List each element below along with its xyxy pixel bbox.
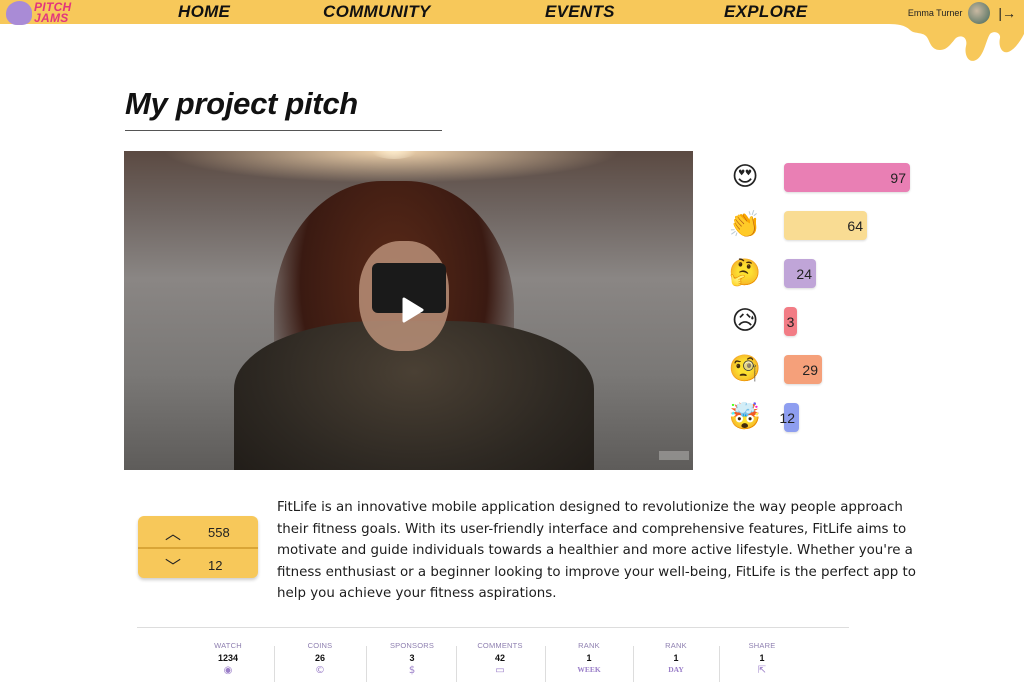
stat-separator (366, 646, 367, 682)
pitch-page: PITCH JAMS HOME COMMUNITY EVENTS EXPLORE… (0, 0, 1024, 692)
coin-icon: © (315, 665, 325, 676)
chevron-up-icon: ︿ (164, 524, 181, 543)
user-menu[interactable]: Emma Turner |→ (908, 2, 1016, 24)
stats-divider (137, 627, 849, 628)
stat-period: DAY (668, 665, 684, 674)
logo-text-line-2: JAMS (34, 11, 69, 25)
stat-share[interactable]: SHARE 1 ⇱ (727, 641, 797, 677)
stat-label: SPONSORS (389, 641, 435, 650)
stat-sponsors: SPONSORS 3 $ (377, 641, 447, 677)
reaction-row[interactable]: 😍 97 (728, 160, 910, 194)
stat-label: COMMENTS (477, 641, 523, 650)
stat-value: 26 (314, 653, 325, 663)
reaction-count-bar: 24 (784, 259, 816, 288)
project-description: FitLife is an innovative mobile applicat… (277, 500, 916, 601)
avatar[interactable] (968, 2, 991, 24)
stat-label: RANK (578, 641, 600, 650)
share-icon[interactable]: ⇱ (727, 665, 797, 677)
nav-explore[interactable]: EXPLORE (724, 2, 807, 22)
heart-eyes-icon[interactable]: 😍 (728, 160, 762, 194)
stat-separator (719, 646, 720, 682)
reaction-count-bar: 97 (784, 163, 910, 192)
stat-separator (545, 646, 546, 682)
pitch-video-player[interactable] (124, 151, 693, 470)
stat-separator (274, 646, 275, 682)
reaction-row[interactable]: 🧐 29 (728, 352, 822, 386)
stat-separator (456, 646, 457, 682)
monocle-face-icon[interactable]: 🧐 (728, 352, 762, 386)
play-icon[interactable] (396, 295, 426, 325)
downvote-button[interactable]: ﹀ 12 (138, 550, 258, 580)
user-name: Emma Turner (907, 8, 963, 18)
logo-blob-icon (6, 1, 32, 25)
top-nav-bar (0, 0, 1024, 24)
reaction-row[interactable]: 🤔 24 (728, 256, 816, 290)
stat-separator (633, 646, 634, 682)
title-underline (125, 130, 442, 131)
stat-comments: COMMENTS 42 ▭ (465, 641, 535, 677)
stat-value: 3 (409, 653, 415, 663)
upvote-button[interactable]: ︿ 558 (138, 517, 258, 547)
clapping-hands-icon[interactable]: 👏 (728, 208, 762, 242)
vote-widget: ︿ 558 ﹀ 12 (138, 516, 258, 578)
reaction-count-bar: 64 (784, 211, 867, 240)
reaction-count-bar: 12 (779, 403, 799, 432)
exploding-head-icon[interactable]: 🤯 (728, 400, 762, 434)
stat-value: 1234 (217, 653, 239, 663)
stat-period: WEEK (577, 665, 601, 674)
chevron-down-icon: ﹀ (164, 557, 181, 576)
stat-label: RANK (665, 641, 687, 650)
stat-label: WATCH (214, 641, 242, 650)
reaction-count-bar: 3 (784, 307, 797, 336)
stat-rank-day: RANK 1 DAY (641, 641, 711, 674)
stat-value: 1 (586, 653, 592, 663)
nav-events[interactable]: EVENTS (545, 2, 615, 22)
video-watermark-tag (659, 451, 689, 460)
stat-value: 1 (673, 653, 679, 663)
comment-icon: ▭ (495, 665, 505, 676)
upvote-count: 558 (208, 524, 230, 540)
stat-value: 1 (759, 653, 765, 663)
stat-label: SHARE (748, 641, 776, 650)
logout-icon[interactable]: |→ (998, 5, 1016, 21)
reaction-row[interactable]: 🤯 12 (728, 400, 799, 434)
stat-watch: WATCH 1234 ◉ (193, 641, 263, 677)
video-sun-glow (364, 151, 424, 159)
eye-icon: ◉ (223, 665, 233, 676)
dollar-icon: $ (408, 665, 416, 676)
nav-community[interactable]: COMMUNITY (323, 2, 431, 22)
nav-home[interactable]: HOME (178, 2, 230, 22)
reaction-count-bar: 29 (784, 355, 822, 384)
pitch-jams-logo[interactable]: PITCH JAMS (6, 0, 72, 26)
stat-value: 42 (494, 653, 505, 663)
reaction-row[interactable]: 👏 64 (728, 208, 867, 242)
stat-label: COINS (307, 641, 333, 650)
thinking-face-icon[interactable]: 🤔 (728, 256, 762, 290)
vote-divider (138, 547, 258, 549)
stat-rank-week: RANK 1 WEEK (554, 641, 624, 674)
page-title: My project pitch (125, 86, 358, 121)
downvote-count: 12 (208, 557, 223, 573)
reaction-row[interactable]: 😥 3 (728, 304, 797, 338)
stat-coins: COINS 26 © (285, 641, 355, 677)
sad-tear-face-icon[interactable]: 😥 (728, 304, 762, 338)
